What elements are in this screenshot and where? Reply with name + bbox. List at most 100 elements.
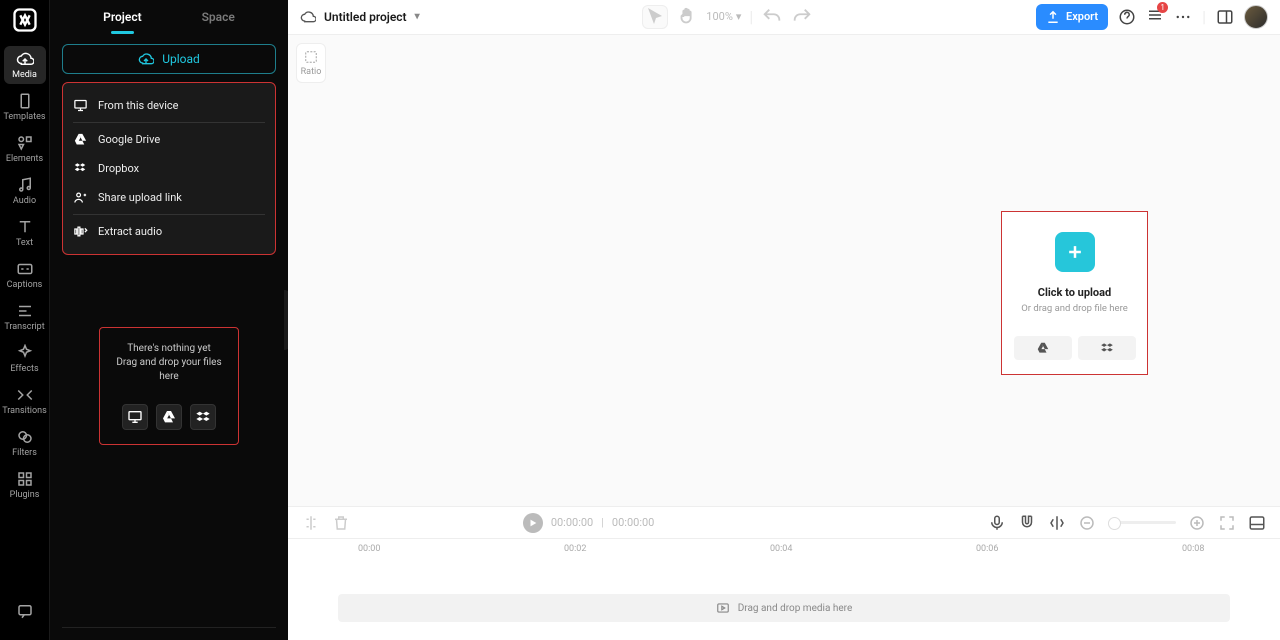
- rail-transitions[interactable]: Transitions: [4, 382, 46, 420]
- rail-filters[interactable]: Filters: [4, 424, 46, 462]
- panel-toggle-icon[interactable]: [1216, 8, 1234, 26]
- rail-feedback[interactable]: [4, 592, 46, 630]
- undo-button[interactable]: [761, 6, 783, 28]
- play-button[interactable]: [523, 513, 543, 533]
- fit-icon[interactable]: [1218, 514, 1236, 532]
- zoom-level[interactable]: 100%▾: [706, 10, 741, 23]
- magnet-icon[interactable]: [1018, 514, 1036, 532]
- redo-icon: [791, 6, 813, 28]
- tick: 00:06: [976, 544, 998, 554]
- marker-icon[interactable]: [1048, 514, 1066, 532]
- zoom-in-icon[interactable]: [1188, 514, 1206, 532]
- avatar[interactable]: [1244, 5, 1268, 29]
- empty-upload-gdrive[interactable]: [156, 404, 182, 430]
- rail-label: Templates: [3, 112, 45, 122]
- cursor-icon: [643, 5, 667, 29]
- upload-card: Click to upload Or drag and drop file he…: [1001, 211, 1148, 375]
- rail-label: Effects: [10, 364, 38, 374]
- rail-plugins[interactable]: Plugins: [4, 466, 46, 504]
- rail-label: Plugins: [10, 490, 40, 500]
- menu-label: Google Drive: [98, 133, 160, 146]
- upload-button-label: Upload: [162, 52, 200, 66]
- divider: [73, 122, 265, 123]
- upload-menu: From this device Google Drive Dropbox Sh…: [62, 82, 276, 255]
- help-icon[interactable]: [1118, 8, 1136, 26]
- playhead-time: 00:00:00: [551, 516, 593, 529]
- empty-upload-device[interactable]: [122, 404, 148, 430]
- plugins-icon: [16, 470, 34, 488]
- rail-transcript[interactable]: Transcript: [4, 298, 46, 336]
- drop-track-label: Drag and drop media here: [738, 603, 853, 614]
- redo-button[interactable]: [791, 6, 813, 28]
- timeline-ruler[interactable]: 00:00 00:02 00:04 00:06 00:08: [288, 538, 1280, 560]
- export-button[interactable]: Export: [1036, 4, 1108, 30]
- trash-icon[interactable]: [332, 514, 350, 532]
- monitor-icon: [73, 98, 88, 113]
- more-icon[interactable]: [1174, 8, 1192, 26]
- rail-media[interactable]: Media: [4, 46, 46, 84]
- side-tabs: Project Space: [62, 0, 276, 34]
- empty-text-2: Drag and drop your files here: [108, 356, 230, 384]
- rail-label: Elements: [6, 154, 43, 164]
- rail-templates[interactable]: Templates: [4, 88, 46, 126]
- upload-subtitle: Or drag and drop file here: [1021, 303, 1128, 314]
- chat-icon: [16, 602, 34, 620]
- app-logo[interactable]: [11, 6, 39, 34]
- project-title[interactable]: Untitled project ▾: [300, 9, 420, 25]
- rail-label: Transcript: [4, 322, 44, 332]
- menu-label: Dropbox: [98, 162, 139, 175]
- menu-from-device[interactable]: From this device: [73, 91, 265, 120]
- hand-icon: [676, 6, 698, 28]
- top-bar: Untitled project ▾ 100%▾ | Export 1 |: [288, 0, 1280, 34]
- ratio-label: Ratio: [301, 67, 322, 77]
- cursor-tool[interactable]: [642, 5, 668, 29]
- notifications-button[interactable]: 1: [1146, 6, 1164, 28]
- rail-audio[interactable]: Audio: [4, 172, 46, 210]
- duration-time: 00:00:00: [612, 516, 654, 529]
- menu-google-drive[interactable]: Google Drive: [73, 125, 265, 154]
- dropbox-icon: [195, 409, 211, 425]
- chevron-down-icon: ▾: [736, 10, 742, 23]
- filters-icon: [16, 428, 34, 446]
- upload-plus-button[interactable]: [1055, 232, 1095, 272]
- layout-icon[interactable]: [1248, 514, 1266, 532]
- panel-divider: [62, 627, 276, 628]
- effects-icon: [16, 344, 34, 362]
- zoom-slider[interactable]: [1108, 521, 1176, 524]
- media-icon: [716, 601, 730, 615]
- menu-label: Share upload link: [98, 191, 182, 204]
- card-dropbox-button[interactable]: [1078, 336, 1136, 360]
- plus-icon: [1065, 242, 1085, 262]
- empty-upload-dropbox[interactable]: [190, 404, 216, 430]
- undo-icon: [761, 6, 783, 28]
- hand-tool[interactable]: [676, 6, 698, 28]
- google-drive-icon: [161, 409, 177, 425]
- transitions-icon: [16, 386, 34, 404]
- mic-icon[interactable]: [988, 514, 1006, 532]
- rail-text[interactable]: Text: [4, 214, 46, 252]
- elements-icon: [16, 134, 34, 152]
- split-icon[interactable]: [302, 514, 320, 532]
- rail-effects[interactable]: Effects: [4, 340, 46, 378]
- card-gdrive-button[interactable]: [1014, 336, 1072, 360]
- captions-icon: [16, 260, 34, 278]
- rail-captions[interactable]: Captions: [4, 256, 46, 294]
- drop-media-track[interactable]: Drag and drop media here: [338, 594, 1230, 622]
- upload-button[interactable]: Upload: [62, 44, 276, 74]
- menu-dropbox[interactable]: Dropbox: [73, 154, 265, 183]
- media-panel: Project Space Upload From this device Go…: [50, 0, 288, 640]
- tab-space[interactable]: Space: [202, 10, 235, 34]
- tab-project[interactable]: Project: [103, 10, 141, 34]
- cloud-upload-icon: [138, 51, 154, 67]
- play-icon: [528, 518, 538, 528]
- menu-share-link[interactable]: Share upload link: [73, 183, 265, 212]
- transcript-icon: [16, 302, 34, 320]
- zoom-out-icon[interactable]: [1078, 514, 1096, 532]
- menu-extract-audio[interactable]: Extract audio: [73, 217, 265, 246]
- ratio-button[interactable]: Ratio: [296, 43, 326, 83]
- timeline-tracks[interactable]: Drag and drop media here: [288, 560, 1280, 640]
- rail-elements[interactable]: Elements: [4, 130, 46, 168]
- preview-canvas[interactable]: Ratio Click to upload Or drag and drop f…: [288, 34, 1280, 506]
- main-area: Untitled project ▾ 100%▾ | Export 1 |: [288, 0, 1280, 640]
- rail-label: Filters: [12, 448, 37, 458]
